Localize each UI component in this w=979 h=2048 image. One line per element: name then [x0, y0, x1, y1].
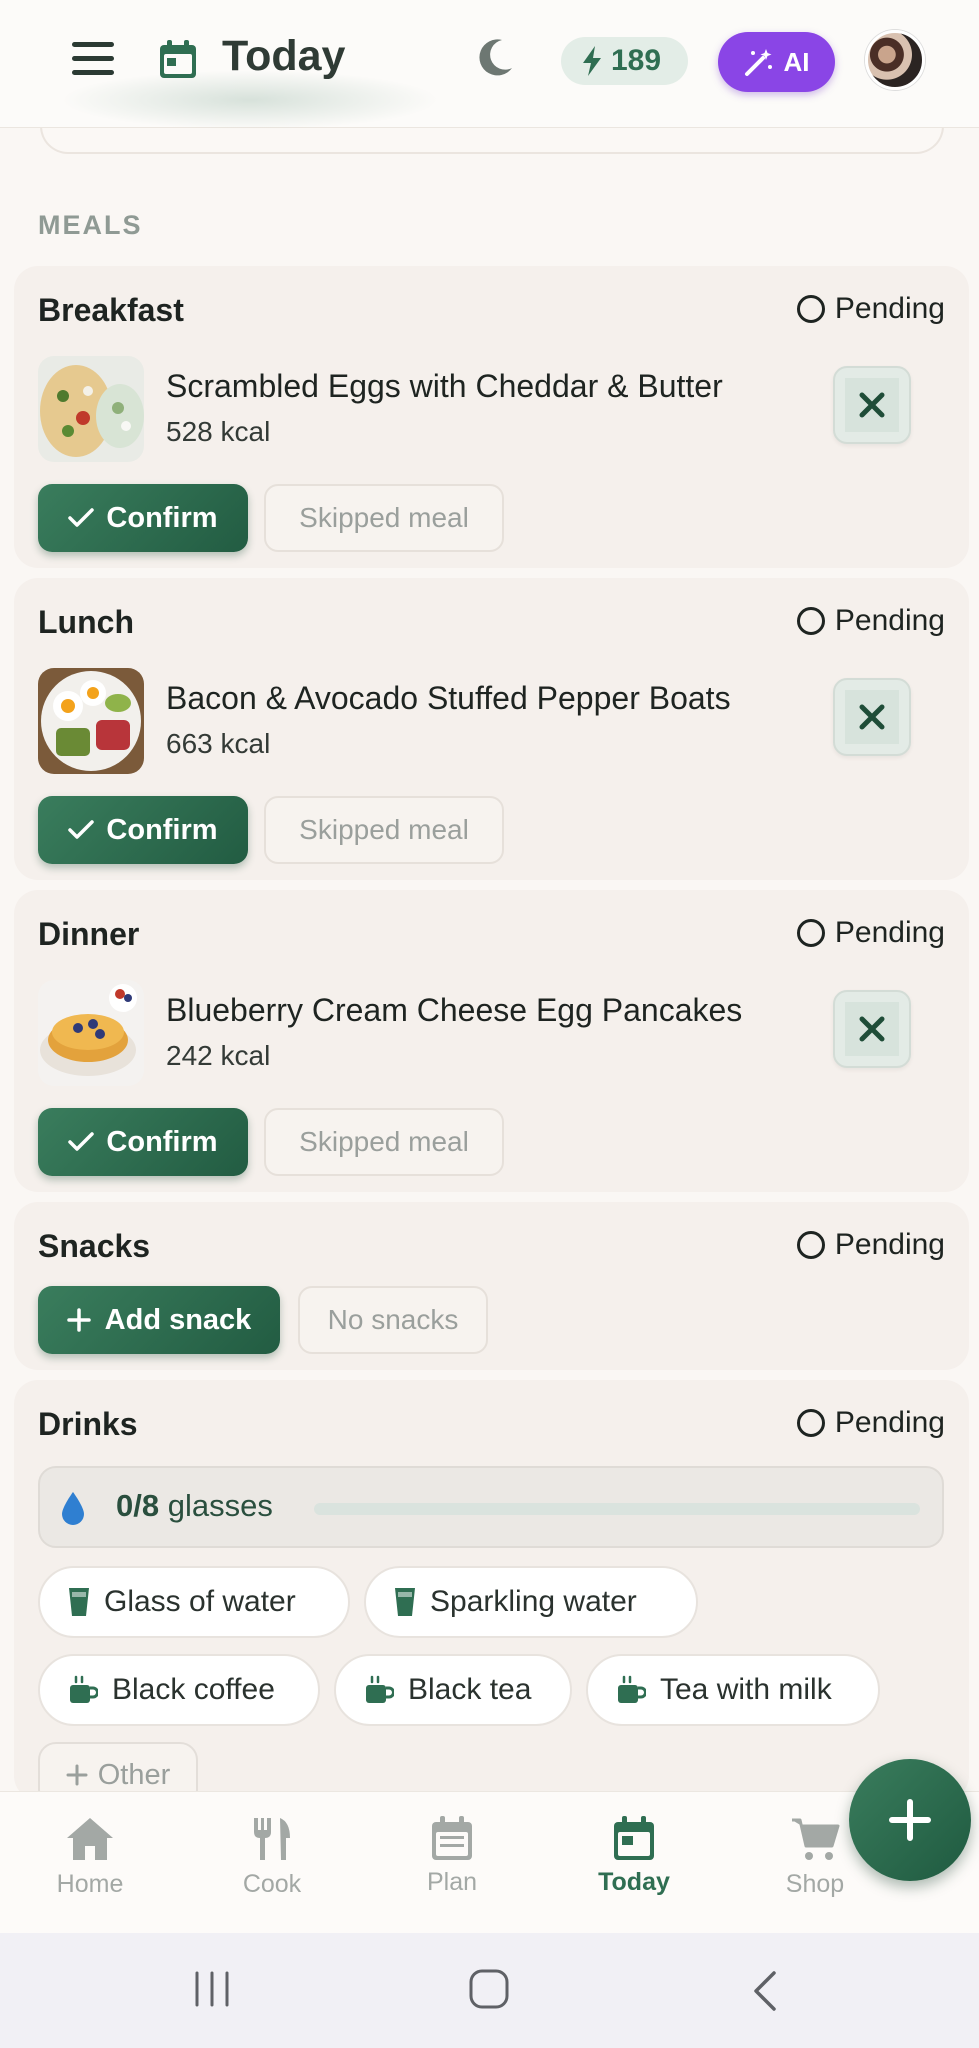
cart-icon [792, 1818, 840, 1860]
nav-item-plan[interactable]: Plan [382, 1816, 522, 1897]
meal-title: Breakfast [38, 292, 184, 328]
no-snacks-button[interactable]: No snacks [298, 1286, 488, 1354]
water-count: 0/8 glasses [116, 1488, 273, 1523]
add-fab-button[interactable] [849, 1759, 971, 1881]
calendar-icon [614, 1816, 654, 1860]
water-tracker[interactable]: 0/8 glasses [38, 1466, 944, 1548]
glass-icon [395, 1588, 415, 1616]
home-system-icon[interactable] [467, 1967, 511, 2016]
confirm-button[interactable]: Confirm [38, 796, 248, 864]
top-app-bar: Today 189 AI [0, 0, 979, 130]
lightning-icon [583, 46, 601, 76]
plus-icon [66, 1764, 88, 1786]
calendar-icon [160, 40, 196, 83]
close-icon [859, 704, 885, 730]
status-badge: Pending [796, 604, 945, 638]
add-snack-button[interactable]: Add snack [38, 1286, 280, 1354]
status-badge: Pending [796, 916, 945, 950]
recent-apps-icon[interactable] [192, 1969, 232, 2014]
close-icon [859, 392, 885, 418]
meal-calories: 242 kcal [166, 1040, 271, 1071]
water-progress-track [314, 1503, 920, 1515]
drink-chip-black-tea[interactable]: Black tea [334, 1654, 572, 1726]
check-icon [68, 1132, 95, 1151]
home-icon [67, 1818, 113, 1860]
mug-icon [366, 1675, 394, 1703]
meal-image[interactable] [38, 668, 144, 774]
drinks-card: Drinks Pending 0/8 glasses Glass of wate… [14, 1380, 969, 1808]
menu-icon[interactable] [72, 40, 116, 78]
energy-value: 189 [611, 44, 662, 77]
plus-icon [66, 1308, 91, 1332]
confirm-button[interactable]: Confirm [38, 1108, 248, 1176]
user-avatar[interactable] [865, 30, 925, 90]
section-title-meals: MEALS [38, 210, 143, 240]
plus-icon [889, 1799, 931, 1841]
fork-knife-icon [254, 1818, 290, 1860]
meal-card-breakfast: Breakfast Pending Scrambled Eggs with Ch… [14, 266, 969, 568]
ai-label: AI [783, 46, 810, 77]
snacks-card: Snacks Pending Add snack No snacks [14, 1202, 969, 1370]
meal-calories: 663 kcal [166, 728, 271, 759]
water-drop-icon [62, 1492, 84, 1525]
mug-icon [70, 1675, 98, 1703]
drink-chip-sparkling-water[interactable]: Sparkling water [364, 1566, 698, 1638]
confirm-button[interactable]: Confirm [38, 484, 248, 552]
glass-icon [69, 1588, 89, 1616]
page-title: Today [222, 32, 346, 80]
meal-image[interactable] [38, 980, 144, 1086]
status-badge: Pending [796, 1228, 945, 1262]
drink-chip-black-coffee[interactable]: Black coffee [38, 1654, 320, 1726]
magic-wand-icon [744, 49, 772, 76]
remove-meal-button[interactable] [833, 678, 911, 756]
bottom-navigation: Home Cook Plan Today Shop [0, 1791, 979, 1933]
snacks-title: Snacks [38, 1228, 151, 1264]
meal-name[interactable]: Blueberry Cream Cheese Egg Pancakes [166, 992, 742, 1029]
meal-image[interactable] [38, 356, 144, 462]
drink-chip-glass-of-water[interactable]: Glass of water [38, 1566, 350, 1638]
check-icon [68, 820, 95, 839]
meal-name[interactable]: Scrambled Eggs with Cheddar & Butter [166, 368, 723, 405]
circle-icon [796, 607, 825, 635]
drinks-title: Drinks [38, 1406, 138, 1442]
status-badge: Pending [796, 1406, 945, 1440]
meal-card-lunch: Lunch Pending Bacon & Avocado Stuffed Pe… [14, 578, 969, 880]
circle-icon [796, 295, 825, 323]
nav-item-cook[interactable]: Cook [202, 1816, 342, 1899]
dark-mode-moon-icon[interactable] [478, 38, 514, 83]
remove-meal-button[interactable] [833, 366, 911, 444]
circle-icon [796, 919, 825, 947]
energy-points-badge[interactable]: 189 [561, 37, 688, 85]
skipped-meal-button[interactable]: Skipped meal [264, 484, 504, 552]
system-navigation-bar [0, 1933, 979, 2048]
status-badge: Pending [796, 292, 945, 326]
ai-button[interactable]: AI [718, 32, 835, 92]
check-icon [68, 508, 95, 527]
meal-card-dinner: Dinner Pending Blueberry Cream Cheese Eg… [14, 890, 969, 1192]
nav-item-home[interactable]: Home [20, 1816, 160, 1899]
remove-meal-button[interactable] [833, 990, 911, 1068]
skipped-meal-button[interactable]: Skipped meal [264, 796, 504, 864]
calendar-icon [432, 1816, 472, 1860]
circle-icon [796, 1231, 825, 1259]
back-icon[interactable] [748, 1969, 780, 2018]
meal-name[interactable]: Bacon & Avocado Stuffed Pepper Boats [166, 680, 731, 717]
meal-calories: 528 kcal [166, 416, 271, 447]
circle-icon [796, 1409, 825, 1437]
close-icon [859, 1016, 885, 1042]
mug-icon [618, 1675, 646, 1703]
skipped-meal-button[interactable]: Skipped meal [264, 1108, 504, 1176]
nav-item-today[interactable]: Today [564, 1816, 704, 1897]
drink-chip-tea-with-milk[interactable]: Tea with milk [586, 1654, 880, 1726]
meal-title: Dinner [38, 916, 140, 952]
meal-title: Lunch [38, 604, 134, 640]
